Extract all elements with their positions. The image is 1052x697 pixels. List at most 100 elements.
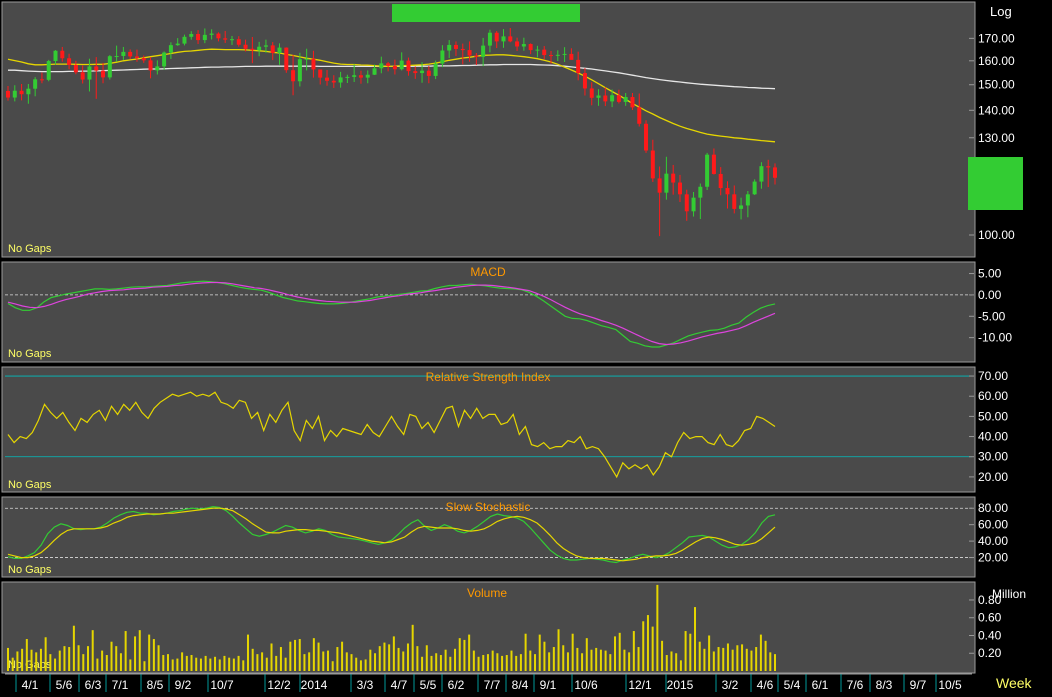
price-axis-label: 140.00 (978, 103, 1015, 117)
candle-body (440, 50, 445, 64)
scroll-handle-button[interactable] (968, 157, 1023, 210)
volume-bar (237, 655, 240, 671)
candle-body (128, 51, 133, 57)
candle-body (698, 186, 703, 198)
volume-bar (16, 651, 19, 671)
volume-bar (138, 630, 141, 671)
volume-bar (218, 659, 221, 671)
x-axis-label: 10/5 (938, 678, 962, 692)
volume-bar (454, 648, 457, 671)
x-axis-label: 6/2 (448, 678, 465, 692)
volume-bar (472, 650, 475, 671)
volume-bar (199, 658, 202, 671)
volume-bar (350, 654, 353, 671)
volume-bar (731, 649, 734, 671)
volume-bar (152, 639, 155, 671)
volume-bar (195, 657, 198, 671)
volume-bar (486, 654, 489, 671)
volume-bar (232, 658, 235, 671)
volume-bar (416, 646, 419, 671)
candle-body (616, 95, 621, 102)
range-selector-button[interactable] (392, 4, 580, 22)
candle-body (637, 107, 642, 124)
candle-body (196, 34, 201, 41)
volume-bar (402, 651, 405, 671)
volume-bar (336, 647, 339, 671)
volume-bar (374, 653, 377, 671)
volume-bar (388, 644, 391, 671)
log-scale-label: Log (990, 4, 1012, 19)
x-axis-label: 8/5 (147, 678, 164, 692)
candle-body (263, 45, 268, 47)
x-axis-label: 8/3 (876, 678, 893, 692)
candle-body (576, 59, 581, 74)
volume-bar (411, 624, 414, 671)
x-axis: 4/1 5/6 6/3 7/1 8/5 9/2 10/7 12/2 2014 3/3 4/7 5/5 6… (5, 673, 972, 692)
macd-axis-label: 5.00 (978, 267, 1002, 281)
candle-body (684, 194, 689, 212)
volume-bar (745, 648, 748, 671)
volume-bar (726, 643, 729, 671)
volume-bar (58, 650, 61, 671)
candle-body (542, 49, 547, 56)
x-axis-label: 2014 (301, 678, 328, 692)
price-axis-label: 130.00 (978, 131, 1015, 145)
volume-bar (317, 642, 320, 671)
candle-body (114, 55, 119, 57)
volume-bar (284, 657, 287, 671)
volume-bar (25, 639, 28, 671)
volume-bar (769, 652, 772, 671)
candle-body (413, 71, 418, 74)
candle-body (773, 167, 777, 178)
volume-bar (101, 650, 104, 671)
volume-bar (214, 656, 217, 671)
candle-body (311, 58, 316, 70)
volume-bar (49, 654, 52, 671)
stock-chart: No Gaps 170.00 160.00 150.00 140.00 130.00 100… (1, 1, 1033, 692)
price-axis-label: 150.00 (978, 78, 1015, 92)
candle-body (555, 54, 560, 56)
period-label[interactable]: Week (996, 675, 1033, 691)
volume-bar (698, 641, 701, 671)
volume-bar (242, 660, 245, 671)
volume-bar (505, 655, 508, 671)
x-axis-label: 10/7 (210, 678, 234, 692)
candle-body (739, 205, 744, 209)
candle-body (467, 50, 472, 56)
volume-unit-label: Million (992, 587, 1026, 601)
volume-bar (261, 652, 264, 671)
volume-bar (529, 650, 532, 671)
volume-bar (764, 640, 767, 671)
volume-bar (458, 638, 461, 671)
volume-bar (430, 655, 433, 671)
volume-bar (590, 649, 593, 671)
candle-body (494, 32, 499, 42)
candle-body (141, 58, 146, 61)
volume-bar (712, 651, 715, 671)
candle-body (80, 72, 85, 80)
volume-bar (105, 655, 108, 671)
candle-body (677, 182, 682, 195)
volume-bar (604, 650, 607, 671)
candle-body (766, 166, 771, 168)
volume-bar (496, 653, 499, 671)
candle-body (460, 48, 465, 51)
x-axis-label: 3/2 (722, 678, 739, 692)
candle-body (718, 173, 723, 189)
volume-bar (157, 645, 160, 671)
x-axis-label: 2015 (667, 678, 694, 692)
volume-bar (675, 653, 678, 671)
volume-bar (703, 648, 706, 671)
volume-bar (750, 650, 753, 671)
volume-bar (39, 648, 42, 671)
volume-bar (656, 584, 659, 671)
volume-bar (355, 657, 358, 671)
volume-bar (223, 655, 226, 671)
volume-bar (628, 652, 631, 671)
volume-bar (77, 645, 80, 671)
volume-bar (378, 646, 381, 671)
rsi-title: Relative Strength Index (426, 370, 551, 384)
volume-bar (171, 659, 174, 671)
x-axis-label: 9/2 (175, 678, 192, 692)
candle-body (107, 56, 112, 78)
